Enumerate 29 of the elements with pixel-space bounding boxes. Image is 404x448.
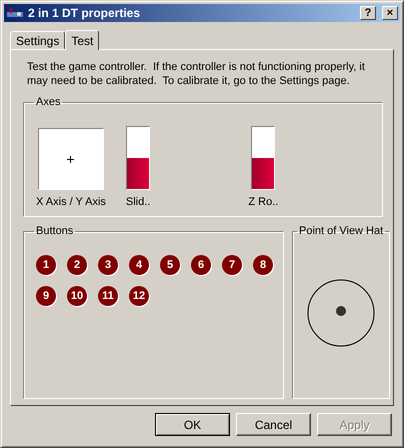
- button-indicator: 11: [98, 286, 118, 306]
- button-indicator: 7: [222, 255, 242, 275]
- button-indicator: 2: [67, 255, 87, 275]
- button-indicator: 5: [160, 255, 180, 275]
- button-indicator: 10: [67, 286, 87, 306]
- help-button[interactable]: ?: [360, 6, 376, 20]
- crosshair-icon: [67, 156, 74, 162]
- axis-label: Slid..: [126, 196, 150, 208]
- axis-label: X Axis / Y Axis: [36, 196, 106, 208]
- group-title: Point of View Hat: [298, 225, 384, 237]
- button-indicator: 4: [129, 255, 149, 275]
- dialog-button[interactable]: OK: [155, 413, 230, 436]
- group-title: Axes: [35, 96, 62, 108]
- description-text: Test the game controller. If the controller is not functioning properly, it may need to be calibrated. To calibrate it, go to the Settings page.: [26, 60, 366, 88]
- close-button[interactable]: ×: [382, 6, 398, 20]
- button-indicator: 8: [253, 255, 273, 275]
- group-title: Buttons: [35, 225, 74, 237]
- tab[interactable]: Test: [65, 30, 100, 50]
- window-title: 2 in 1 DT properties: [28, 6, 142, 20]
- button-indicator: 6: [191, 255, 211, 275]
- dialog-button[interactable]: Cancel: [236, 413, 311, 436]
- joystick-icon: [6, 6, 24, 20]
- button-indicator: 1: [36, 255, 56, 275]
- button-indicator: 3: [98, 255, 118, 275]
- button-indicator: 12: [129, 286, 149, 306]
- axis-label: Z Ro..: [248, 196, 278, 208]
- button-indicator: 9: [36, 286, 56, 306]
- tab[interactable]: Settings: [10, 31, 66, 49]
- hat-position-drawing: [307, 279, 376, 347]
